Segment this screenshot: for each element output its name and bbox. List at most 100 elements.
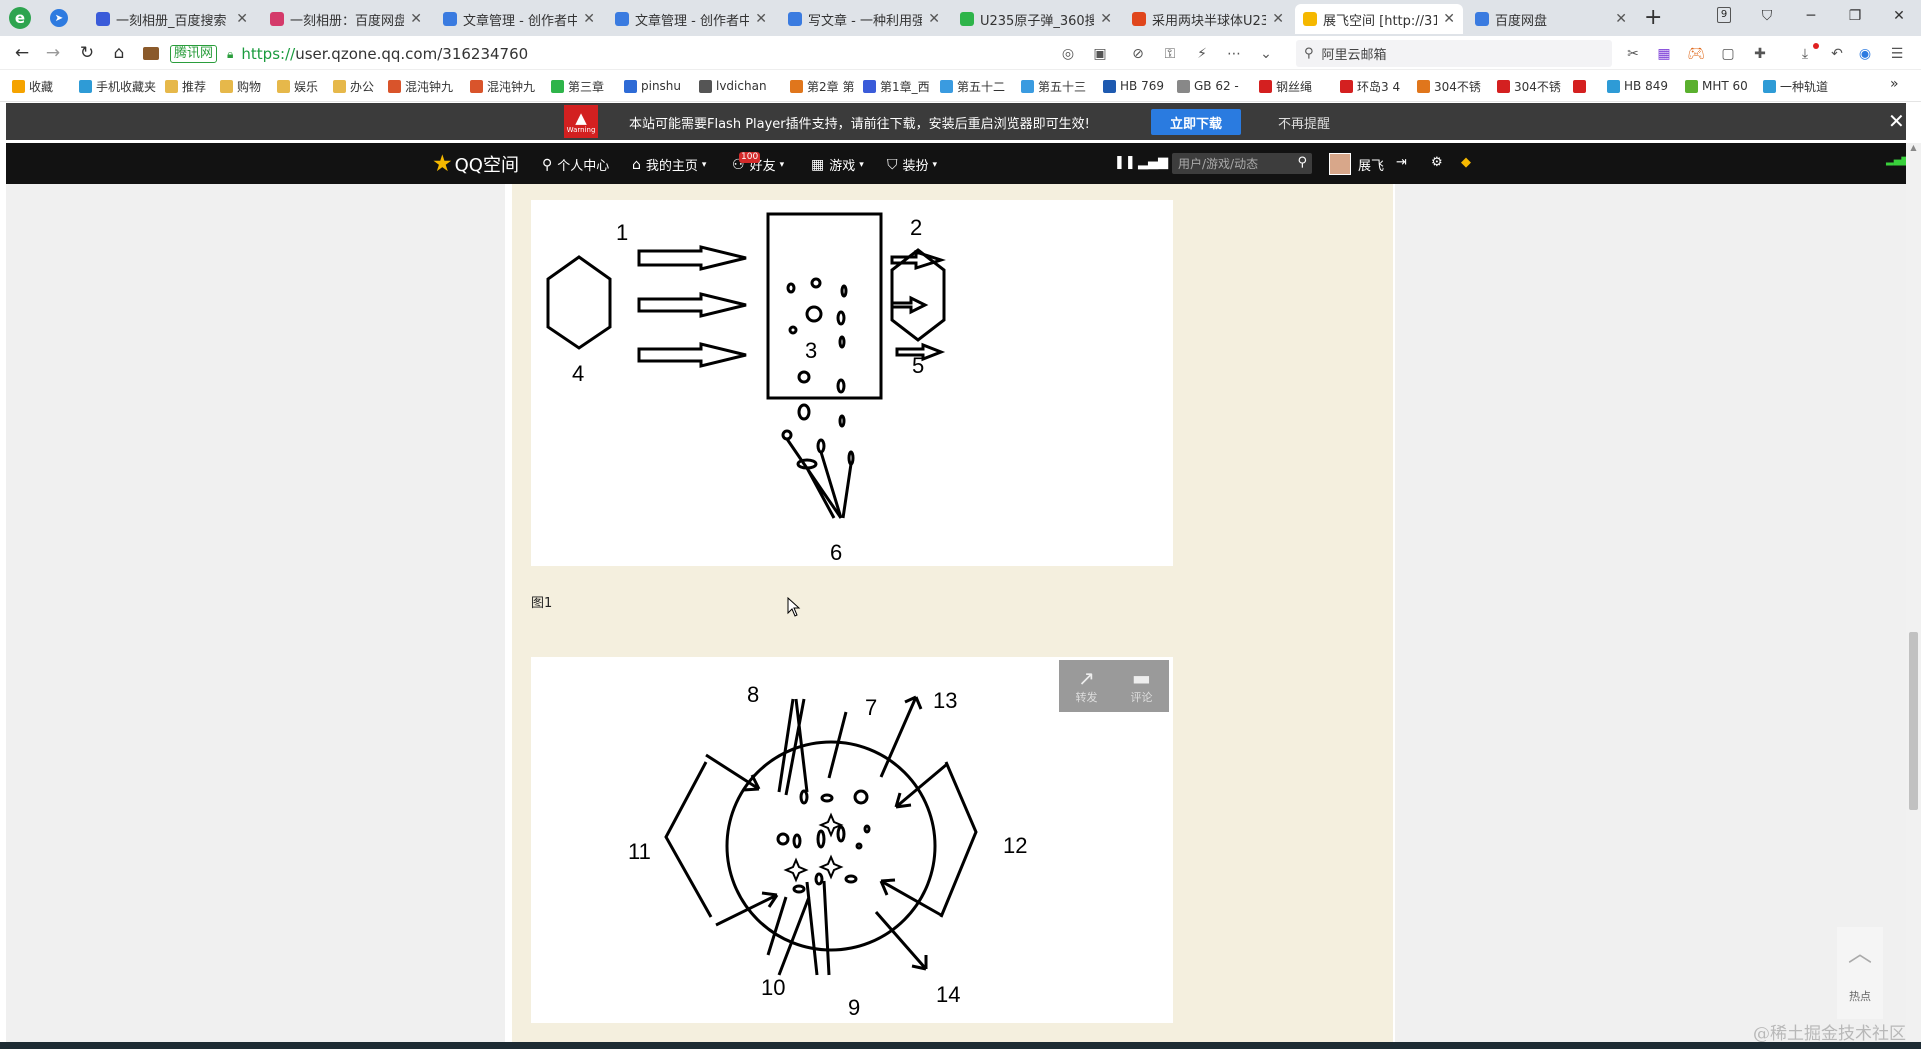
forward-button[interactable]: → — [40, 41, 66, 65]
minimize-button[interactable]: ─ — [1789, 4, 1833, 28]
bookmark-item[interactable]: 环岛3 4 — [1340, 77, 1412, 95]
tab-9[interactable]: 百度网盘 ✕ — [1467, 4, 1635, 34]
more-icon[interactable]: ⋯ — [1224, 44, 1244, 64]
extensions-icon[interactable]: ✚ — [1750, 44, 1770, 64]
hot-topics-button[interactable]: 热点 — [1837, 973, 1883, 1019]
logout-icon[interactable]: ⇥ — [1396, 155, 1407, 170]
bookmark-item[interactable]: 娱乐 — [277, 77, 327, 95]
tab-close-icon[interactable]: ✕ — [1443, 11, 1455, 27]
home-button[interactable]: ⌂ — [106, 41, 132, 65]
bookmark-item[interactable]: 钢丝绳 — [1259, 77, 1335, 95]
comment-button[interactable]: ▬ 评论 — [1114, 660, 1169, 712]
flash-dismiss-link[interactable]: 不再提醒 — [1278, 113, 1330, 132]
tab-6[interactable]: U235原子弹_360搜索 ✕ — [952, 4, 1120, 34]
flash-download-button[interactable]: 立即下载 — [1151, 109, 1241, 135]
nav-personal-center[interactable]: ⚲ 个人中心 — [542, 155, 609, 175]
tab-2[interactable]: 一刻相册：百度网盘 ✕ — [262, 4, 430, 34]
bookmark-item[interactable]: 第2章 第 — [790, 77, 856, 95]
nav-my-home[interactable]: ⌂ 我的主页 ▾ — [632, 155, 706, 175]
username[interactable]: 展飞 — [1358, 155, 1384, 174]
bookmark-item[interactable]: 第五十二 — [940, 77, 1015, 95]
bookmark-item[interactable]: 304不锈 — [1497, 77, 1569, 95]
tab-close-icon[interactable]: ✕ — [236, 11, 248, 27]
tab-3[interactable]: 文章管理 - 创作者中心 ✕ — [435, 4, 603, 34]
url-field[interactable]: 腾讯网 🔒︎ https://user.qzone.qq.com/3162347… — [170, 41, 1090, 67]
gamepad-icon[interactable]: 🎮︎ — [1686, 44, 1706, 64]
scroll-up-arrow[interactable]: ▲ — [1906, 143, 1921, 159]
bookmarks-overflow-icon[interactable]: » — [1890, 76, 1899, 92]
pause-icon[interactable]: ❚❚ — [1114, 155, 1136, 170]
send-icon[interactable]: ➤ — [50, 9, 68, 27]
tab-8[interactable]: 展飞空间 [http://316 ✕ — [1295, 4, 1463, 34]
bookmark-item[interactable]: HB 769 — [1103, 77, 1171, 95]
bookmark-item[interactable]: 混沌钟九 — [388, 77, 463, 95]
screenshot-icon[interactable]: ▢ — [1718, 44, 1738, 64]
signal-icon[interactable]: ▂▄▆ — [1138, 155, 1168, 170]
comment-label: 评论 — [1130, 691, 1153, 704]
bolt-icon[interactable]: ⚡ — [1192, 44, 1212, 64]
bookmark-item[interactable]: 第三章 — [551, 77, 616, 95]
bookmark-item[interactable]: 第1章_西 — [863, 77, 933, 95]
close-window-button[interactable]: ✕ — [1877, 4, 1921, 28]
browser-logo-icon[interactable]: e — [9, 7, 31, 29]
gear-icon[interactable]: ⚙ — [1431, 155, 1443, 170]
tab-close-icon[interactable]: ✕ — [1272, 11, 1284, 27]
back-to-top-button[interactable]: ︿ — [1837, 927, 1883, 973]
tab-1[interactable]: 一刻相册_百度搜索 ✕ — [88, 4, 256, 34]
window-count-badge[interactable]: 9 — [1717, 7, 1731, 23]
bookmark-item[interactable]: HB 849 — [1607, 77, 1677, 95]
tab-4[interactable]: 文章管理 - 创作者中心 ✕ — [607, 4, 775, 34]
bookmark-item[interactable]: 手机收藏夹 — [79, 77, 159, 95]
tab-close-icon[interactable]: ✕ — [410, 11, 422, 27]
bookmark-item[interactable]: 办公 — [333, 77, 383, 95]
scrollbar-thumb[interactable] — [1909, 632, 1918, 810]
translate-icon[interactable]: ▦ — [1654, 44, 1674, 64]
briefcase-icon[interactable] — [138, 41, 164, 65]
search-icon[interactable]: ⚲ — [1297, 155, 1307, 170]
avatar[interactable] — [1329, 153, 1351, 175]
target-icon[interactable]: ◎ — [1058, 44, 1078, 64]
search-box[interactable]: ⚲ 阿里云邮箱 — [1296, 40, 1612, 67]
new-tab-button[interactable]: + — [1644, 5, 1662, 30]
scrollbar-track[interactable] — [1906, 143, 1921, 1042]
bookmark-item[interactable]: pinshu — [624, 77, 692, 95]
bookmark-item[interactable]: GB 62 - — [1177, 77, 1252, 95]
bookmark-item[interactable]: 推荐 — [165, 77, 215, 95]
bookmark-item[interactable]: lvdichan — [699, 77, 784, 95]
sync-icon[interactable]: ◉ — [1855, 44, 1875, 64]
tab-7[interactable]: 采用两块半球体U235 ✕ — [1124, 4, 1292, 34]
tab-close-icon[interactable]: ✕ — [928, 11, 940, 27]
bookmark-item[interactable]: 第五十三 — [1021, 77, 1096, 95]
restore-button[interactable]: ❐ — [1833, 4, 1877, 28]
chevron-down-icon[interactable]: ⌄ — [1256, 44, 1276, 64]
scissors-icon[interactable]: ✂ — [1623, 44, 1643, 64]
bookmark-item[interactable]: 304不锈 — [1417, 77, 1489, 95]
undo-icon[interactable]: ↶ — [1827, 44, 1847, 64]
tshirt-icon[interactable]: ⛉ — [1745, 4, 1789, 28]
diamond-icon[interactable]: ◆ — [1461, 155, 1471, 170]
reload-button[interactable]: ↻ — [74, 41, 100, 65]
tab-close-icon[interactable]: ✕ — [755, 11, 767, 27]
tab-5[interactable]: 写文章 - 一种利用强 ✕ — [780, 4, 948, 34]
tab-close-icon[interactable]: ✕ — [1100, 11, 1112, 27]
nav-dressup[interactable]: ⛉ 装扮 ▾ — [887, 155, 937, 175]
image-search-icon[interactable]: ▣ — [1090, 44, 1110, 64]
bookmark-item[interactable] — [1573, 77, 1601, 95]
key-icon[interactable]: ⚿ — [1160, 44, 1180, 64]
menu-icon[interactable]: ☰ — [1887, 44, 1907, 64]
close-icon[interactable]: ✕ — [1888, 109, 1905, 133]
back-button[interactable]: ← — [9, 41, 35, 65]
download-icon[interactable]: ⤓ — [1795, 44, 1815, 64]
tab-close-icon[interactable]: ✕ — [1615, 11, 1627, 27]
bookmark-item[interactable]: 收藏 — [12, 77, 72, 95]
bookmark-item[interactable]: 购物 — [220, 77, 270, 95]
qzone-search-input[interactable]: 用户/游戏/动态 ⚲ — [1172, 153, 1312, 174]
block-icon[interactable]: ⊘ — [1128, 44, 1148, 64]
qzone-logo[interactable]: ★ QQ空间 — [432, 151, 519, 177]
share-button[interactable]: ↗ 转发 — [1059, 660, 1114, 712]
tab-close-icon[interactable]: ✕ — [583, 11, 595, 27]
bookmark-item[interactable]: MHT 60 — [1685, 77, 1755, 95]
bookmark-item[interactable]: 混沌钟九 — [470, 77, 545, 95]
bookmark-item[interactable]: 一种轨道 — [1763, 77, 1843, 95]
nav-games[interactable]: ▦ 游戏 ▾ — [811, 155, 864, 175]
